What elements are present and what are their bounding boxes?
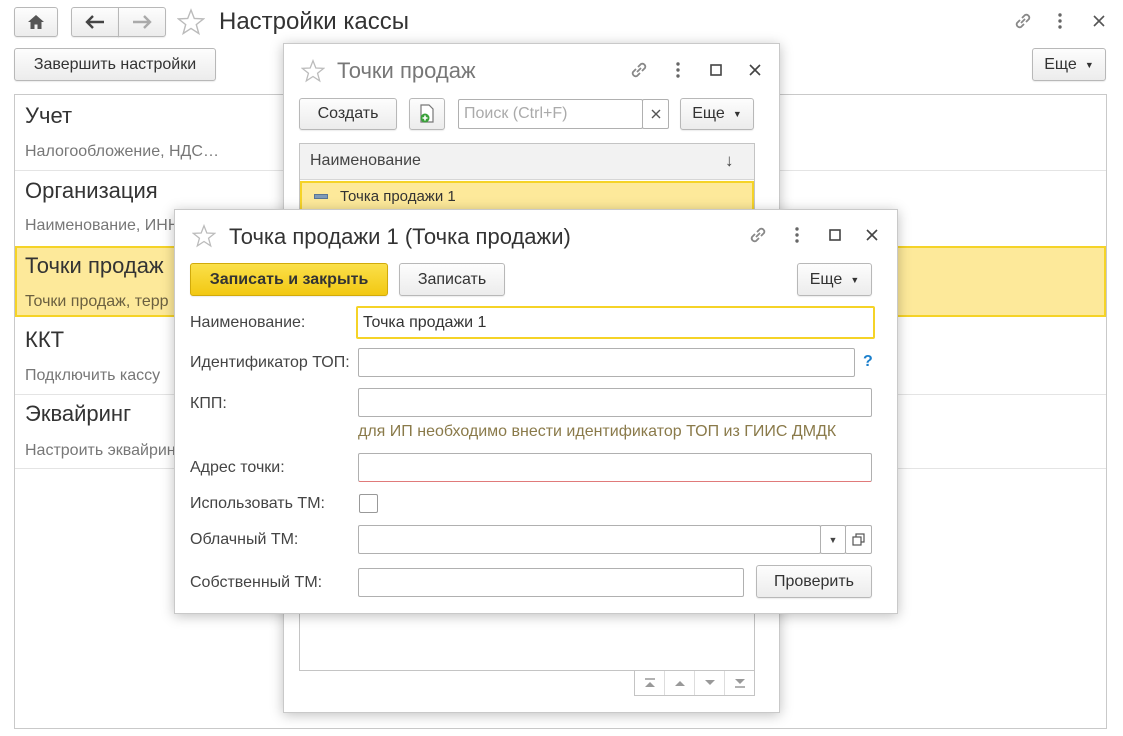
column-header-label: Наименование xyxy=(310,152,421,169)
kpp-hint: для ИП необходимо внести идентификатор Т… xyxy=(358,423,837,440)
top-id-label: Идентификатор ТОП: xyxy=(190,354,350,371)
section-subtitle: Наименование, ИНН xyxy=(25,217,180,234)
window-title: Точки продаж xyxy=(337,58,476,83)
section-title: Точки продаж xyxy=(25,253,164,278)
clear-icon xyxy=(651,109,660,119)
search-placeholder: Поиск (Ctrl+F) xyxy=(464,105,568,122)
section-subtitle: Точки продаж, терр xyxy=(25,293,169,310)
kpp-input[interactable] xyxy=(358,388,872,417)
link-icon[interactable] xyxy=(1010,9,1036,33)
section-subtitle: Подключить кассу xyxy=(25,367,161,384)
main-more-button[interactable]: Еще ▼ xyxy=(1032,48,1106,81)
page-title: Настройки кассы xyxy=(219,8,409,35)
table-row[interactable]: Точка продажи 1 xyxy=(300,181,754,211)
maximize-icon[interactable] xyxy=(706,58,726,82)
list-more-label: Еще xyxy=(692,105,725,122)
section-subtitle: Настроить эквайрин xyxy=(25,442,176,459)
search-clear-button[interactable] xyxy=(642,99,669,129)
copy-button[interactable] xyxy=(409,98,445,130)
back-button[interactable] xyxy=(71,7,119,37)
name-value: Точка продажи 1 xyxy=(363,313,487,331)
own-tm-input[interactable] xyxy=(358,568,744,597)
maximize-icon[interactable] xyxy=(825,223,845,247)
link-icon[interactable] xyxy=(627,58,651,82)
open-window-icon xyxy=(852,533,865,546)
name-input[interactable]: Точка продажи 1 xyxy=(356,306,875,339)
chevron-down-icon xyxy=(704,680,715,685)
point-of-sale-form-window: Точка продажи 1 (Точка продажи) Записать… xyxy=(174,209,898,614)
caret-down-icon: ▼ xyxy=(732,109,742,119)
cloud-tm-select[interactable] xyxy=(358,525,821,554)
create-button[interactable]: Создать xyxy=(299,98,397,130)
window-title: Точка продажи 1 (Точка продажи) xyxy=(229,224,571,249)
list-more-button[interactable]: Еще ▼ xyxy=(680,98,754,130)
scroll-down-button[interactable] xyxy=(695,671,725,695)
save-and-close-button[interactable]: Записать и закрыть xyxy=(190,263,388,296)
home-icon xyxy=(28,15,44,29)
more-vertical-icon[interactable] xyxy=(1050,9,1070,33)
section-title: Учет xyxy=(25,103,73,128)
section-title: Эквайринг xyxy=(25,401,132,426)
name-label: Наименование: xyxy=(190,314,306,331)
link-icon[interactable] xyxy=(746,223,770,247)
top-id-input[interactable] xyxy=(358,348,855,377)
close-icon[interactable] xyxy=(1088,9,1110,33)
cloud-tm-open-button[interactable] xyxy=(845,525,872,554)
forward-button[interactable] xyxy=(118,7,166,37)
sort-arrow-icon: ↓ xyxy=(725,151,734,170)
arrow-left-icon xyxy=(85,15,104,29)
scroll-top-icon xyxy=(644,678,655,687)
kpp-label: КПП: xyxy=(190,395,227,412)
scroll-bottom-icon xyxy=(734,679,745,688)
caret-down-icon: ▼ xyxy=(828,534,838,545)
main-more-label: Еще xyxy=(1044,55,1077,73)
address-input[interactable] xyxy=(358,453,872,482)
finish-settings-button[interactable]: Завершить настройки xyxy=(14,48,216,81)
caret-down-icon: ▼ xyxy=(850,274,860,285)
address-label: Адрес точки: xyxy=(190,459,285,476)
more-vertical-icon[interactable] xyxy=(669,58,687,82)
favorite-star-icon[interactable] xyxy=(176,8,206,36)
section-title: Организация xyxy=(25,178,158,203)
favorite-star-icon[interactable] xyxy=(191,223,217,249)
column-header-name[interactable]: Наименование ↓ xyxy=(300,144,754,180)
caret-down-icon: ▼ xyxy=(1084,59,1094,70)
scroll-buttons xyxy=(634,671,755,696)
scroll-last-button[interactable] xyxy=(725,671,754,695)
cloud-tm-dropdown-button[interactable]: ▼ xyxy=(820,525,846,554)
search-input[interactable]: Поиск (Ctrl+F) xyxy=(458,99,643,129)
home-button[interactable] xyxy=(14,7,58,37)
use-tm-label: Использовать ТМ: xyxy=(190,495,325,512)
form-more-button[interactable]: Еще ▼ xyxy=(797,263,872,296)
section-title: ККТ xyxy=(25,327,65,352)
cloud-tm-label: Облачный ТМ: xyxy=(190,531,299,548)
check-button[interactable]: Проверить xyxy=(756,565,872,598)
use-tm-checkbox[interactable] xyxy=(359,494,378,513)
form-more-label: Еще xyxy=(809,270,843,288)
chevron-up-icon xyxy=(674,681,685,686)
scroll-first-button[interactable] xyxy=(635,671,665,695)
close-icon[interactable] xyxy=(861,223,883,247)
favorite-star-icon[interactable] xyxy=(300,58,326,84)
arrow-right-icon xyxy=(133,15,152,29)
save-button[interactable]: Записать xyxy=(399,263,505,296)
row-item-icon xyxy=(314,194,328,199)
more-vertical-icon[interactable] xyxy=(788,223,806,247)
help-icon[interactable]: ? xyxy=(863,353,873,371)
own-tm-label: Собственный ТМ: xyxy=(190,574,323,591)
section-subtitle: Налогообложение, НДС… xyxy=(25,143,219,160)
copy-add-icon xyxy=(420,104,434,123)
scroll-up-button[interactable] xyxy=(665,671,695,695)
row-name: Точка продажи 1 xyxy=(340,188,456,205)
close-icon[interactable] xyxy=(744,58,766,82)
